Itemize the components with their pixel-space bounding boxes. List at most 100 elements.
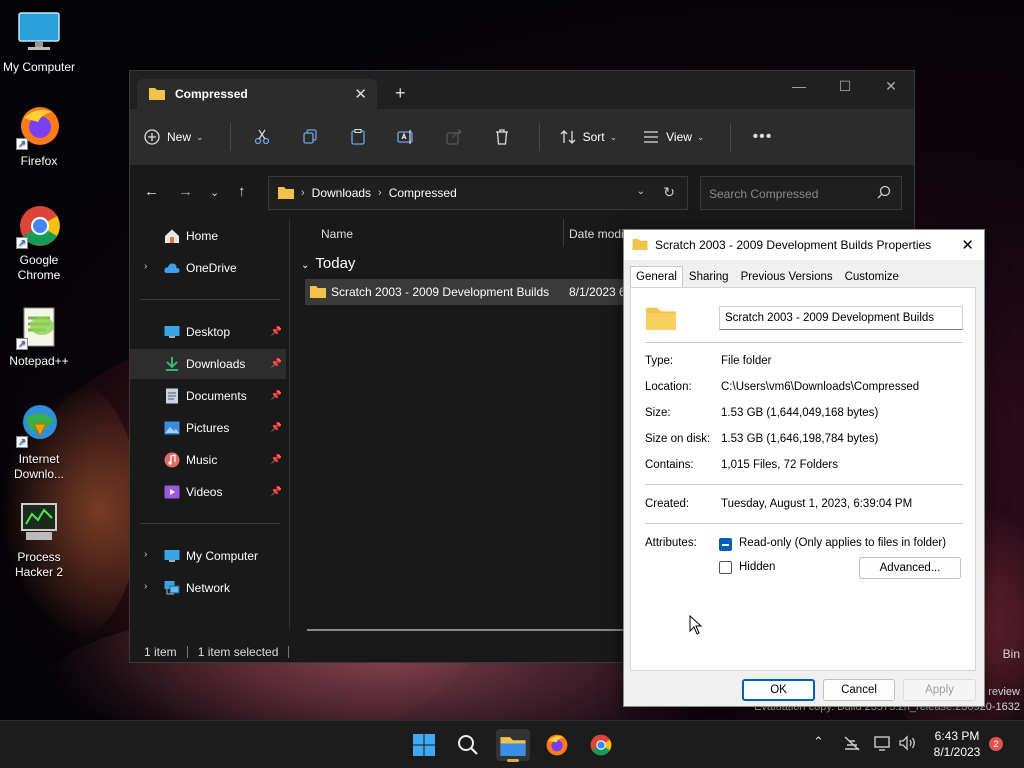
pin-icon[interactable]: 📌 xyxy=(271,390,282,401)
hidden-checkbox[interactable] xyxy=(719,561,732,574)
folder-name-field[interactable]: Scratch 2003 - 2009 Development Builds xyxy=(719,306,963,330)
up-arrow-icon[interactable]: ↑ xyxy=(238,183,246,200)
pin-icon[interactable]: 📌 xyxy=(271,358,282,369)
folder-icon xyxy=(309,284,327,301)
desktop-icon-notepadpp[interactable]: ↗ Notepad++ xyxy=(0,304,78,369)
maximize-icon[interactable]: ☐ xyxy=(822,71,868,101)
tab-sharing[interactable]: Sharing xyxy=(683,266,735,288)
breadcrumb-downloads[interactable]: Downloads xyxy=(312,186,371,200)
nav-item-pictures[interactable]: Pictures 📌 xyxy=(130,413,286,443)
tab-customize[interactable]: Customize xyxy=(839,266,905,288)
apply-button[interactable]: Apply xyxy=(903,679,976,701)
collapse-chevron-icon: ⌄ xyxy=(301,260,310,271)
readonly-checkbox[interactable] xyxy=(719,538,732,551)
pin-icon[interactable]: 📌 xyxy=(271,454,282,465)
pin-icon[interactable]: 📌 xyxy=(271,486,282,497)
close-tab-icon[interactable]: ✕ xyxy=(354,85,367,103)
copy-icon[interactable] xyxy=(299,129,321,145)
refresh-icon[interactable]: ↻ xyxy=(663,184,675,201)
display-icon[interactable] xyxy=(874,735,892,754)
start-button[interactable] xyxy=(407,729,441,761)
taskbar-file-explorer[interactable] xyxy=(496,729,530,762)
expand-chevron-icon[interactable]: › xyxy=(144,261,147,272)
delete-icon[interactable] xyxy=(491,129,513,145)
properties-title: Scratch 2003 - 2009 Development Builds P… xyxy=(655,238,932,252)
pin-icon[interactable]: 📌 xyxy=(271,422,282,433)
search-icon xyxy=(877,185,891,202)
sort-button[interactable]: Sort ⌄ xyxy=(560,129,617,145)
tray-overflow-chevron-icon[interactable]: ⌃ xyxy=(813,734,824,750)
type-value: File folder xyxy=(721,355,772,367)
pin-icon[interactable]: 📌 xyxy=(271,326,282,337)
address-row: ← → ⌄ ↑ › Downloads › Compressed ⌄ ↻ Sea… xyxy=(130,175,914,211)
nav-item-documents[interactable]: Documents 📌 xyxy=(130,381,286,411)
breadcrumb-compressed[interactable]: Compressed xyxy=(389,186,457,200)
nav-item-my-computer[interactable]: › My Computer xyxy=(130,541,286,571)
close-dialog-icon[interactable]: ✕ xyxy=(961,236,974,254)
expand-chevron-icon[interactable]: › xyxy=(144,581,147,592)
desktop-icon-firefox[interactable]: ↗ Firefox xyxy=(0,104,78,169)
readonly-label[interactable]: Read-only (Only applies to files in fold… xyxy=(739,537,946,549)
taskbar-search-button[interactable] xyxy=(451,729,485,761)
breadcrumb-separator-icon: › xyxy=(378,187,382,199)
monitor-icon xyxy=(164,548,180,564)
ok-button[interactable]: OK xyxy=(742,679,815,701)
new-tab-icon[interactable]: + xyxy=(395,83,406,104)
cut-icon[interactable] xyxy=(251,129,273,145)
column-header-date-modified[interactable]: Date modi xyxy=(569,219,624,247)
contains-value: 1,015 Files, 72 Folders xyxy=(721,459,838,471)
globe-download-icon: ↗ xyxy=(16,402,62,448)
explorer-tab[interactable]: Compressed ✕ xyxy=(137,79,377,109)
desktop-icon-internet-download[interactable]: ↗ Internet Downlo... xyxy=(0,402,78,482)
address-bar[interactable]: › Downloads › Compressed ⌄ ↻ xyxy=(268,176,688,210)
nav-item-downloads[interactable]: Downloads 📌 xyxy=(130,349,286,379)
search-input[interactable]: Search Compressed xyxy=(700,176,902,210)
taskbar-firefox[interactable] xyxy=(540,729,574,761)
mouse-cursor-icon xyxy=(689,615,703,635)
nav-item-desktop[interactable]: Desktop 📌 xyxy=(130,317,286,347)
watermark-line1: review xyxy=(988,686,1020,698)
column-header-name[interactable]: Name xyxy=(321,219,353,247)
taskbar-chrome[interactable] xyxy=(584,729,618,761)
tab-general[interactable]: General xyxy=(630,266,683,288)
view-button[interactable]: View ⌄ xyxy=(643,130,704,144)
desktop-icon-chrome[interactable]: ↗ Google Chrome xyxy=(0,203,78,283)
volume-icon[interactable] xyxy=(899,735,917,754)
minimize-icon[interactable]: — xyxy=(776,71,822,101)
nav-item-music[interactable]: Music 📌 xyxy=(130,445,286,475)
desktop-icon-my-computer[interactable]: My Computer xyxy=(0,10,78,75)
group-header-today[interactable]: ⌄ Today xyxy=(301,255,355,272)
tab-previous-versions[interactable]: Previous Versions xyxy=(735,266,839,288)
hidden-label[interactable]: Hidden xyxy=(739,561,775,573)
expand-chevron-icon[interactable]: › xyxy=(144,549,147,560)
close-window-icon[interactable]: ✕ xyxy=(868,71,914,101)
advanced-button[interactable]: Advanced... xyxy=(859,557,961,579)
notification-badge[interactable]: 2 xyxy=(989,737,1003,751)
nav-item-videos[interactable]: Videos 📌 xyxy=(130,477,286,507)
cancel-button[interactable]: Cancel xyxy=(823,679,895,701)
system-clock[interactable]: 6:43 PM 8/1/2023 xyxy=(924,728,990,760)
more-options-icon[interactable]: ••• xyxy=(751,128,773,146)
forward-arrow-icon[interactable]: → xyxy=(178,183,193,200)
rename-icon[interactable] xyxy=(395,129,417,145)
back-arrow-icon[interactable]: ← xyxy=(144,183,159,200)
network-disconnected-icon[interactable] xyxy=(843,735,861,754)
video-icon xyxy=(164,484,180,500)
firefox-icon: ↗ xyxy=(16,104,62,150)
share-icon[interactable] xyxy=(443,129,465,145)
paste-icon[interactable] xyxy=(347,129,369,145)
nav-item-onedrive[interactable]: › OneDrive xyxy=(130,253,286,283)
address-history-chevron-icon[interactable]: ⌄ xyxy=(637,186,645,197)
nav-item-network[interactable]: › Network xyxy=(130,573,286,603)
recent-locations-chevron-icon[interactable]: ⌄ xyxy=(210,186,219,199)
folder-icon xyxy=(277,185,295,202)
new-button[interactable]: New ⌄ xyxy=(144,129,204,145)
item-count: 1 item xyxy=(144,645,177,659)
nav-item-home[interactable]: Home xyxy=(130,221,286,251)
created-value: Tuesday, August 1, 2023, 6:39:04 PM xyxy=(721,498,913,510)
general-tab-panel: Scratch 2003 - 2009 Development Builds T… xyxy=(630,287,976,671)
recycle-bin-label-partial: Bin xyxy=(1002,647,1020,661)
size-on-disk-value: 1.53 GB (1,646,198,784 bytes) xyxy=(721,433,879,445)
pane-splitter[interactable] xyxy=(289,219,290,629)
desktop-icon-process-hacker[interactable]: Process Hacker 2 xyxy=(0,500,78,580)
